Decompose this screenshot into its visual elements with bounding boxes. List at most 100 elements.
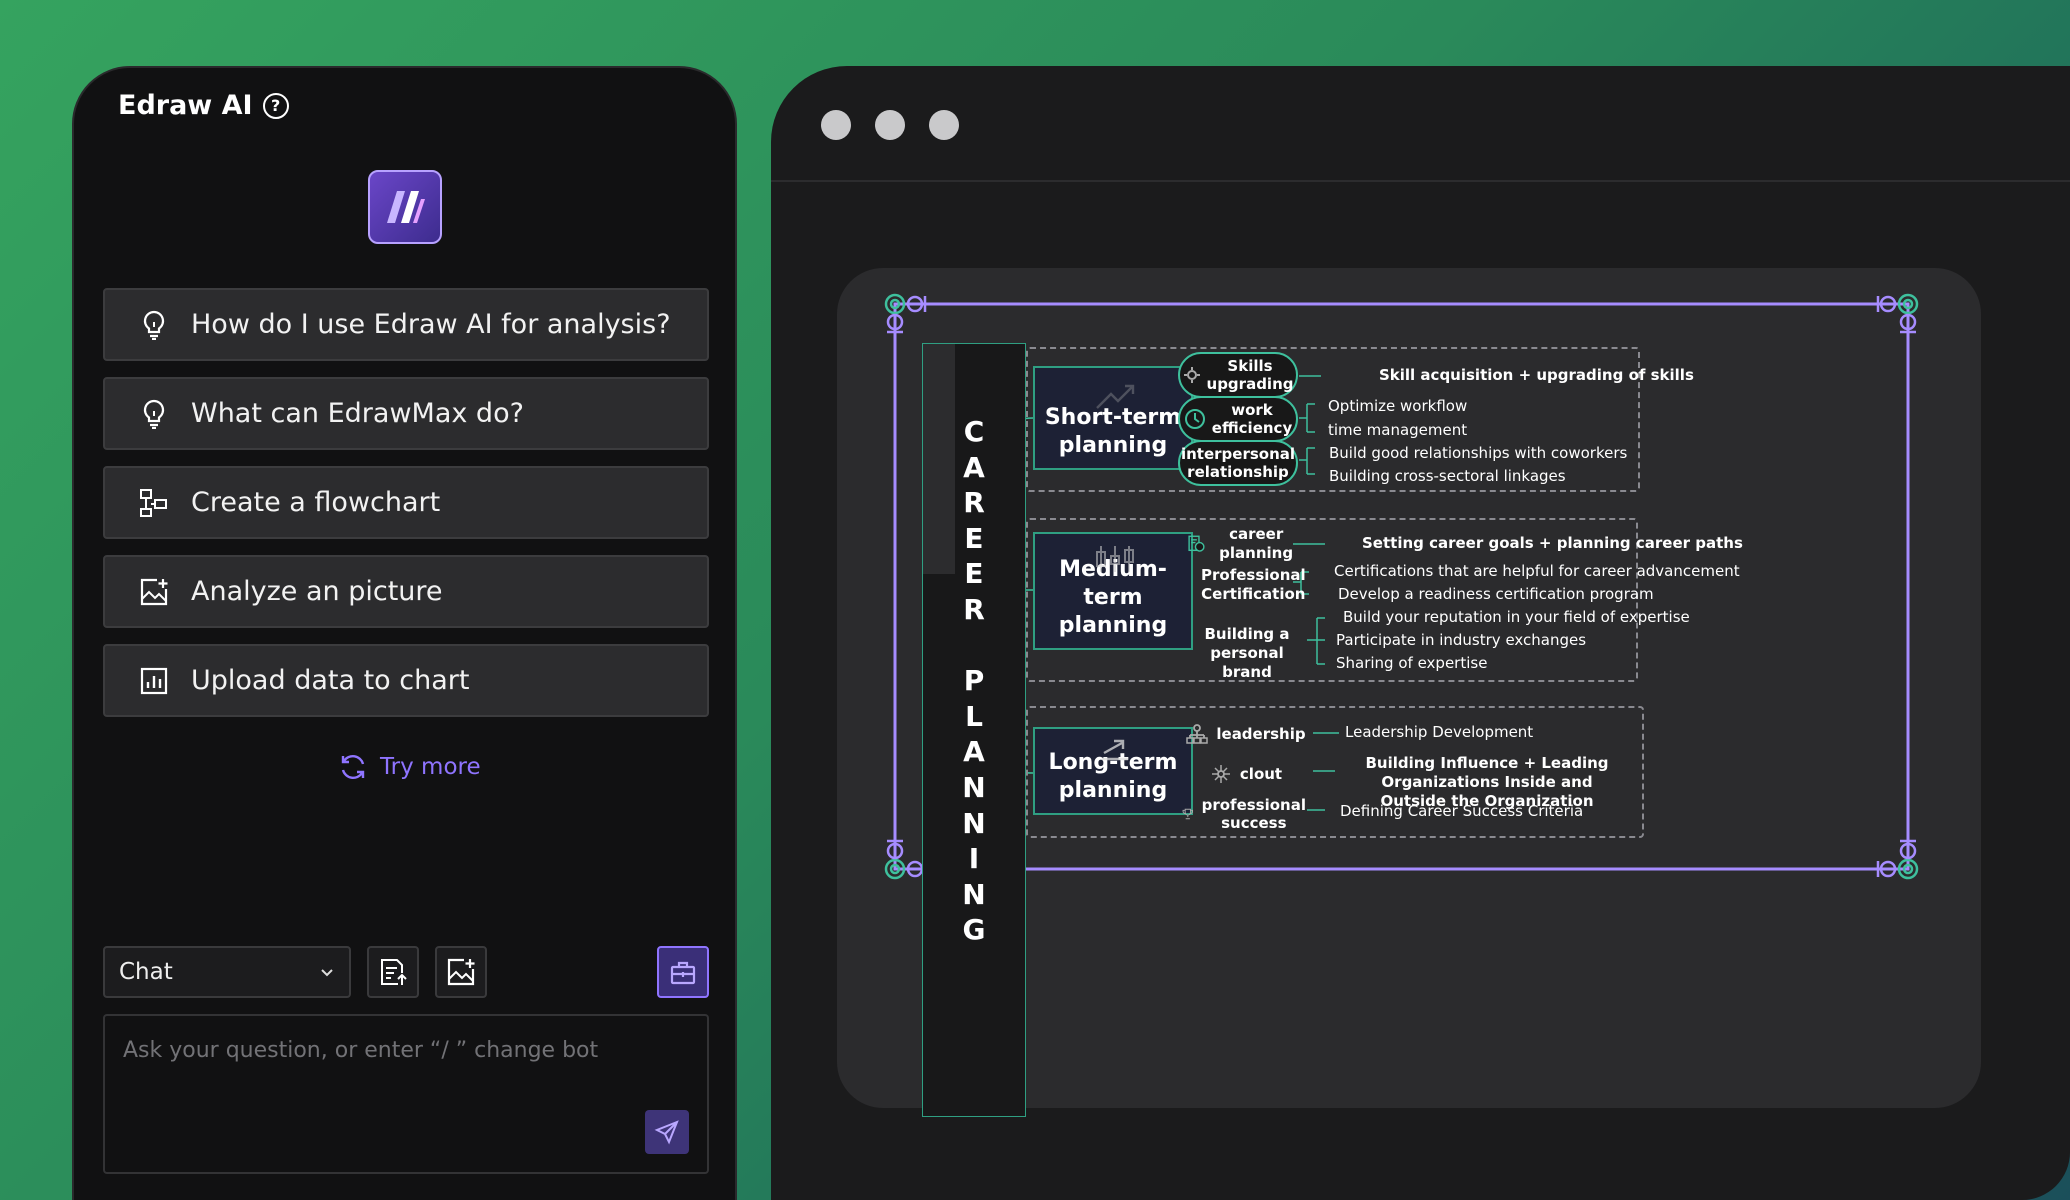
- hierarchy-icon: [1186, 724, 1209, 744]
- root-letter: E: [964, 557, 984, 591]
- upload-image-button[interactable]: [435, 946, 487, 998]
- leaf-industry-exchanges[interactable]: Participate in industry exchanges: [1336, 631, 1586, 649]
- leaf-success-criteria[interactable]: Defining Career Success Criteria: [1340, 802, 1583, 820]
- toolbox-icon: [670, 961, 696, 985]
- send-button[interactable]: [645, 1110, 689, 1154]
- chat-mode-select[interactable]: Chat: [103, 946, 351, 998]
- leaf-coworker-relationships[interactable]: Build good relationships with coworkers: [1329, 444, 1627, 462]
- leaf-sharing-expertise[interactable]: Sharing of expertise: [1336, 654, 1487, 672]
- upload-document-button[interactable]: [367, 946, 419, 998]
- trend-up-icon: [1096, 384, 1135, 409]
- window-maximize-dot[interactable]: [929, 110, 959, 140]
- suggestion-label: How do I use Edraw AI for analysis?: [191, 309, 671, 340]
- skills-label-1: Skills: [1227, 357, 1273, 375]
- send-icon: [654, 1120, 679, 1145]
- flowchart-icon: [139, 488, 169, 518]
- image-add-icon: [447, 958, 475, 986]
- lightbulb-icon: [139, 310, 169, 340]
- leadership-node[interactable]: leadership: [1182, 712, 1310, 756]
- leaf-time-management[interactable]: time management: [1328, 421, 1467, 439]
- professional-success-node[interactable]: professional success: [1182, 792, 1306, 836]
- planning-document-icon: [1188, 535, 1205, 552]
- work-label-2: efficiency: [1211, 419, 1293, 437]
- try-more-label: Try more: [380, 754, 481, 780]
- question-input[interactable]: Ask your question, or enter “/ ” change …: [103, 1014, 709, 1174]
- chat-toolbar: Chat: [103, 946, 709, 998]
- leaf-career-goals[interactable]: Setting career goals + planning career p…: [1362, 534, 1743, 552]
- chat-mode-value: Chat: [119, 959, 173, 985]
- root-letter: A: [963, 450, 985, 484]
- leaf-leadership-development[interactable]: Leadership Development: [1345, 723, 1533, 741]
- suggestion-analyze-picture[interactable]: Analyze an picture: [103, 555, 709, 628]
- toolbox-button[interactable]: [657, 946, 709, 998]
- interpersonal-node[interactable]: interpersonal relationship: [1178, 440, 1298, 486]
- trophy-icon: [1182, 808, 1194, 820]
- root-letter: R: [963, 486, 985, 520]
- cert-label-2: Certification: [1201, 585, 1306, 603]
- career-planning-title: CAREER PLANNING: [923, 414, 1025, 948]
- question-placeholder: Ask your question, or enter “/ ” change …: [123, 1038, 599, 1063]
- brand-label-1: Building a personal: [1204, 625, 1290, 662]
- image-add-icon: [139, 577, 169, 607]
- arrow-up-right-icon: [1102, 739, 1128, 761]
- leaf-readiness-program[interactable]: Develop a readiness certification progra…: [1338, 585, 1654, 603]
- chart-icon: [139, 666, 169, 696]
- suggestion-upload-chart[interactable]: Upload data to chart: [103, 644, 709, 717]
- leaf-cross-sectoral[interactable]: Building cross-sectoral linkages: [1329, 467, 1566, 485]
- brand-label-2: brand: [1222, 663, 1272, 681]
- root-letter: I: [968, 842, 980, 876]
- career-planning-node[interactable]: career planning: [1187, 525, 1303, 562]
- clock-icon: [1184, 409, 1205, 429]
- root-letter: R: [963, 592, 985, 626]
- refresh-icon: [341, 754, 365, 780]
- skills-upgrading-node[interactable]: Skills upgrading: [1178, 352, 1298, 398]
- root-letter: L: [965, 699, 983, 733]
- root-letter: A: [963, 735, 985, 769]
- medium-term-node[interactable]: Medium- term planning: [1033, 532, 1193, 650]
- work-efficiency-node[interactable]: work efficiency: [1178, 396, 1298, 442]
- diagram-window: Short-term planning Medium- term plannin…: [771, 66, 2070, 1200]
- success-label-1: professional: [1201, 796, 1306, 814]
- window-close-dot[interactable]: [821, 110, 851, 140]
- interpersonal-label-2: relationship: [1187, 463, 1289, 481]
- panel-title: Edraw AI: [118, 90, 253, 121]
- try-more-link[interactable]: Try more: [338, 752, 481, 782]
- root-letter: [969, 628, 979, 664]
- clout-label: clout: [1239, 765, 1283, 783]
- suggestion-label: Create a flowchart: [191, 487, 441, 518]
- suggestion-ai-analysis[interactable]: How do I use Edraw AI for analysis?: [103, 288, 709, 361]
- edraw-ai-panel: Edraw AI ? How do I use Edraw AI for ana…: [72, 66, 737, 1200]
- suggestion-label: Analyze an picture: [191, 576, 443, 607]
- suggestion-label: Upload data to chart: [191, 665, 470, 696]
- edraw-ai-logo: [368, 170, 442, 244]
- short-term-title-2: planning: [1058, 433, 1168, 458]
- gear-icon: [1183, 367, 1200, 383]
- logo-mark-icon: [387, 191, 425, 223]
- leaf-optimize-workflow[interactable]: Optimize workflow: [1328, 397, 1467, 415]
- long-term-node[interactable]: Long-term planning: [1033, 727, 1193, 815]
- skills-label-2: upgrading: [1206, 375, 1294, 393]
- clout-node[interactable]: clout: [1182, 752, 1310, 796]
- suggestion-edrawmax[interactable]: What can EdrawMax do?: [103, 377, 709, 450]
- medium-term-title-2: term: [1083, 585, 1143, 610]
- panel-header: Edraw AI ?: [118, 90, 289, 121]
- app-frame: Edraw AI ? How do I use Edraw AI for ana…: [0, 0, 2070, 1200]
- help-icon[interactable]: ?: [262, 92, 289, 119]
- root-letter: C: [963, 415, 985, 448]
- suggestion-list: How do I use Edraw AI for analysis? What…: [103, 288, 709, 733]
- leaf-skill-acquisition[interactable]: Skill acquisition + upgrading of skills: [1379, 366, 1694, 384]
- suggestion-flowchart[interactable]: Create a flowchart: [103, 466, 709, 539]
- chevron-down-icon: [321, 969, 333, 977]
- leaf-influence-1: Building Influence + Leading Organizatio…: [1365, 754, 1609, 791]
- window-minimize-dot[interactable]: [875, 110, 905, 140]
- root-letter: P: [963, 664, 985, 698]
- career-planning-root-node[interactable]: CAREER PLANNING: [922, 343, 1026, 1117]
- leaf-build-reputation[interactable]: Build your reputation in your field of e…: [1343, 608, 1690, 626]
- window-title-bar: [771, 66, 2070, 182]
- leaf-helpful-certifications[interactable]: Certifications that are helpful for care…: [1334, 562, 1740, 580]
- network-icon: [1211, 765, 1230, 783]
- professional-certification-node[interactable]: Professional Certification: [1197, 566, 1306, 604]
- personal-brand-node[interactable]: Building a personal brand: [1187, 625, 1307, 682]
- candlestick-icon: [1096, 546, 1134, 572]
- short-term-node[interactable]: Short-term planning: [1033, 366, 1193, 470]
